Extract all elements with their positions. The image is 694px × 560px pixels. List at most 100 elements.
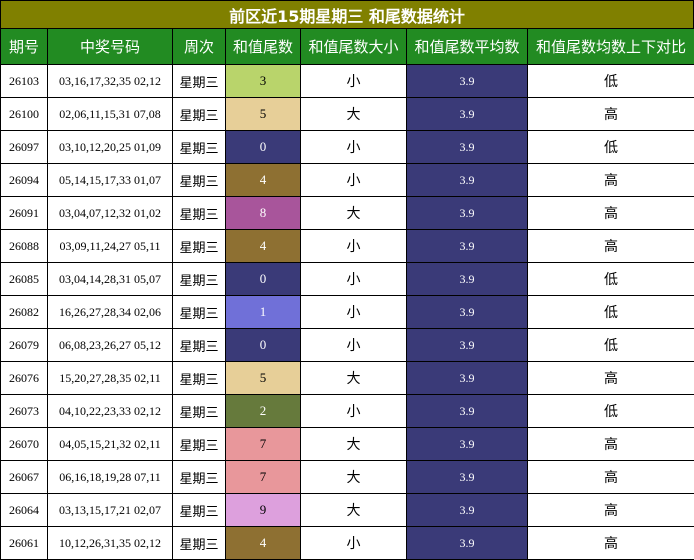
weekday-cell: 星期三 bbox=[173, 494, 226, 527]
average-comparison-cell: 低 bbox=[528, 65, 694, 98]
winning-numbers-cell: 03,09,11,24,27 05,11 bbox=[48, 230, 173, 263]
table-row: 2606110,12,26,31,35 02,12星期三4小3.9高 bbox=[1, 527, 694, 560]
average-comparison-cell: 低 bbox=[528, 329, 694, 362]
header-row: 期号 中奖号码 周次 和值尾数 和值尾数大小 和值尾数平均数 和值尾数均数上下对… bbox=[1, 29, 694, 65]
tail-average-cell: 3.9 bbox=[407, 296, 528, 329]
table-row: 2606706,16,18,19,28 07,11星期三7大3.9高 bbox=[1, 461, 694, 494]
table-row: 2610002,06,11,15,31 07,08星期三5大3.9高 bbox=[1, 98, 694, 131]
sum-tail-cell: 4 bbox=[226, 230, 301, 263]
tail-size-cell: 小 bbox=[301, 131, 407, 164]
average-comparison-cell: 高 bbox=[528, 98, 694, 131]
sum-tail-cell: 0 bbox=[226, 263, 301, 296]
tail-size-cell: 小 bbox=[301, 164, 407, 197]
table-row: 2610303,16,17,32,35 02,12星期三3小3.9低 bbox=[1, 65, 694, 98]
period-cell: 26076 bbox=[1, 362, 48, 395]
tail-average-cell: 3.9 bbox=[407, 263, 528, 296]
period-cell: 26079 bbox=[1, 329, 48, 362]
period-cell: 26073 bbox=[1, 395, 48, 428]
period-cell: 26061 bbox=[1, 527, 48, 560]
header-tail-size: 和值尾数大小 bbox=[301, 29, 407, 65]
average-comparison-cell: 高 bbox=[528, 362, 694, 395]
winning-numbers-cell: 06,16,18,19,28 07,11 bbox=[48, 461, 173, 494]
winning-numbers-cell: 15,20,27,28,35 02,11 bbox=[48, 362, 173, 395]
average-comparison-cell: 高 bbox=[528, 428, 694, 461]
sum-tail-cell: 4 bbox=[226, 164, 301, 197]
table-row: 2608803,09,11,24,27 05,11星期三4小3.9高 bbox=[1, 230, 694, 263]
winning-numbers-cell: 02,06,11,15,31 07,08 bbox=[48, 98, 173, 131]
average-comparison-cell: 高 bbox=[528, 197, 694, 230]
winning-numbers-cell: 03,16,17,32,35 02,12 bbox=[48, 65, 173, 98]
table-body: 2610303,16,17,32,35 02,12星期三3小3.9低261000… bbox=[1, 65, 694, 560]
winning-numbers-cell: 06,08,23,26,27 05,12 bbox=[48, 329, 173, 362]
table-row: 2606403,13,15,17,21 02,07星期三9大3.9高 bbox=[1, 494, 694, 527]
header-sum-tail: 和值尾数 bbox=[226, 29, 301, 65]
tail-size-cell: 小 bbox=[301, 329, 407, 362]
average-comparison-cell: 低 bbox=[528, 263, 694, 296]
table-row: 2607304,10,22,23,33 02,12星期三2小3.9低 bbox=[1, 395, 694, 428]
header-tail-average: 和值尾数平均数 bbox=[407, 29, 528, 65]
tail-size-cell: 大 bbox=[301, 461, 407, 494]
header-average-comparison: 和值尾数均数上下对比 bbox=[528, 29, 694, 65]
average-comparison-cell: 低 bbox=[528, 296, 694, 329]
sum-tail-cell: 1 bbox=[226, 296, 301, 329]
sum-tail-cell: 3 bbox=[226, 65, 301, 98]
tail-size-cell: 大 bbox=[301, 428, 407, 461]
average-comparison-cell: 高 bbox=[528, 230, 694, 263]
weekday-cell: 星期三 bbox=[173, 362, 226, 395]
average-comparison-cell: 高 bbox=[528, 494, 694, 527]
sum-tail-cell: 2 bbox=[226, 395, 301, 428]
tail-size-cell: 大 bbox=[301, 98, 407, 131]
weekday-cell: 星期三 bbox=[173, 329, 226, 362]
tail-average-cell: 3.9 bbox=[407, 197, 528, 230]
table-row: 2608216,26,27,28,34 02,06星期三1小3.9低 bbox=[1, 296, 694, 329]
tail-average-cell: 3.9 bbox=[407, 65, 528, 98]
table-row: 2607906,08,23,26,27 05,12星期三0小3.9低 bbox=[1, 329, 694, 362]
table-row: 2607004,05,15,21,32 02,11星期三7大3.9高 bbox=[1, 428, 694, 461]
period-cell: 26103 bbox=[1, 65, 48, 98]
tail-average-cell: 3.9 bbox=[407, 329, 528, 362]
tail-average-cell: 3.9 bbox=[407, 395, 528, 428]
header-weekday: 周次 bbox=[173, 29, 226, 65]
tail-size-cell: 小 bbox=[301, 527, 407, 560]
average-comparison-cell: 低 bbox=[528, 395, 694, 428]
period-cell: 26064 bbox=[1, 494, 48, 527]
sum-tail-cell: 7 bbox=[226, 461, 301, 494]
weekday-cell: 星期三 bbox=[173, 164, 226, 197]
period-cell: 26088 bbox=[1, 230, 48, 263]
average-comparison-cell: 高 bbox=[528, 164, 694, 197]
tail-size-cell: 小 bbox=[301, 230, 407, 263]
period-cell: 26082 bbox=[1, 296, 48, 329]
period-cell: 26094 bbox=[1, 164, 48, 197]
tail-average-cell: 3.9 bbox=[407, 527, 528, 560]
period-cell: 26085 bbox=[1, 263, 48, 296]
weekday-cell: 星期三 bbox=[173, 461, 226, 494]
table-title: 前区近15期星期三 和尾数据统计 bbox=[0, 0, 694, 28]
weekday-cell: 星期三 bbox=[173, 197, 226, 230]
winning-numbers-cell: 10,12,26,31,35 02,12 bbox=[48, 527, 173, 560]
tail-average-cell: 3.9 bbox=[407, 362, 528, 395]
sum-tail-cell: 7 bbox=[226, 428, 301, 461]
table-row: 2609103,04,07,12,32 01,02星期三8大3.9高 bbox=[1, 197, 694, 230]
tail-average-cell: 3.9 bbox=[407, 230, 528, 263]
weekday-cell: 星期三 bbox=[173, 65, 226, 98]
weekday-cell: 星期三 bbox=[173, 395, 226, 428]
weekday-cell: 星期三 bbox=[173, 428, 226, 461]
tail-size-cell: 小 bbox=[301, 65, 407, 98]
tail-average-cell: 3.9 bbox=[407, 428, 528, 461]
winning-numbers-cell: 03,04,14,28,31 05,07 bbox=[48, 263, 173, 296]
tail-size-cell: 大 bbox=[301, 197, 407, 230]
period-cell: 26070 bbox=[1, 428, 48, 461]
weekday-cell: 星期三 bbox=[173, 296, 226, 329]
tail-size-cell: 大 bbox=[301, 362, 407, 395]
sum-tail-cell: 9 bbox=[226, 494, 301, 527]
period-cell: 26067 bbox=[1, 461, 48, 494]
table-row: 2609703,10,12,20,25 01,09星期三0小3.9低 bbox=[1, 131, 694, 164]
tail-average-cell: 3.9 bbox=[407, 131, 528, 164]
table-row: 2607615,20,27,28,35 02,11星期三5大3.9高 bbox=[1, 362, 694, 395]
sum-tail-cell: 0 bbox=[226, 131, 301, 164]
tail-size-cell: 小 bbox=[301, 263, 407, 296]
weekday-cell: 星期三 bbox=[173, 131, 226, 164]
tail-size-cell: 大 bbox=[301, 494, 407, 527]
sum-tail-cell: 0 bbox=[226, 329, 301, 362]
winning-numbers-cell: 04,10,22,23,33 02,12 bbox=[48, 395, 173, 428]
